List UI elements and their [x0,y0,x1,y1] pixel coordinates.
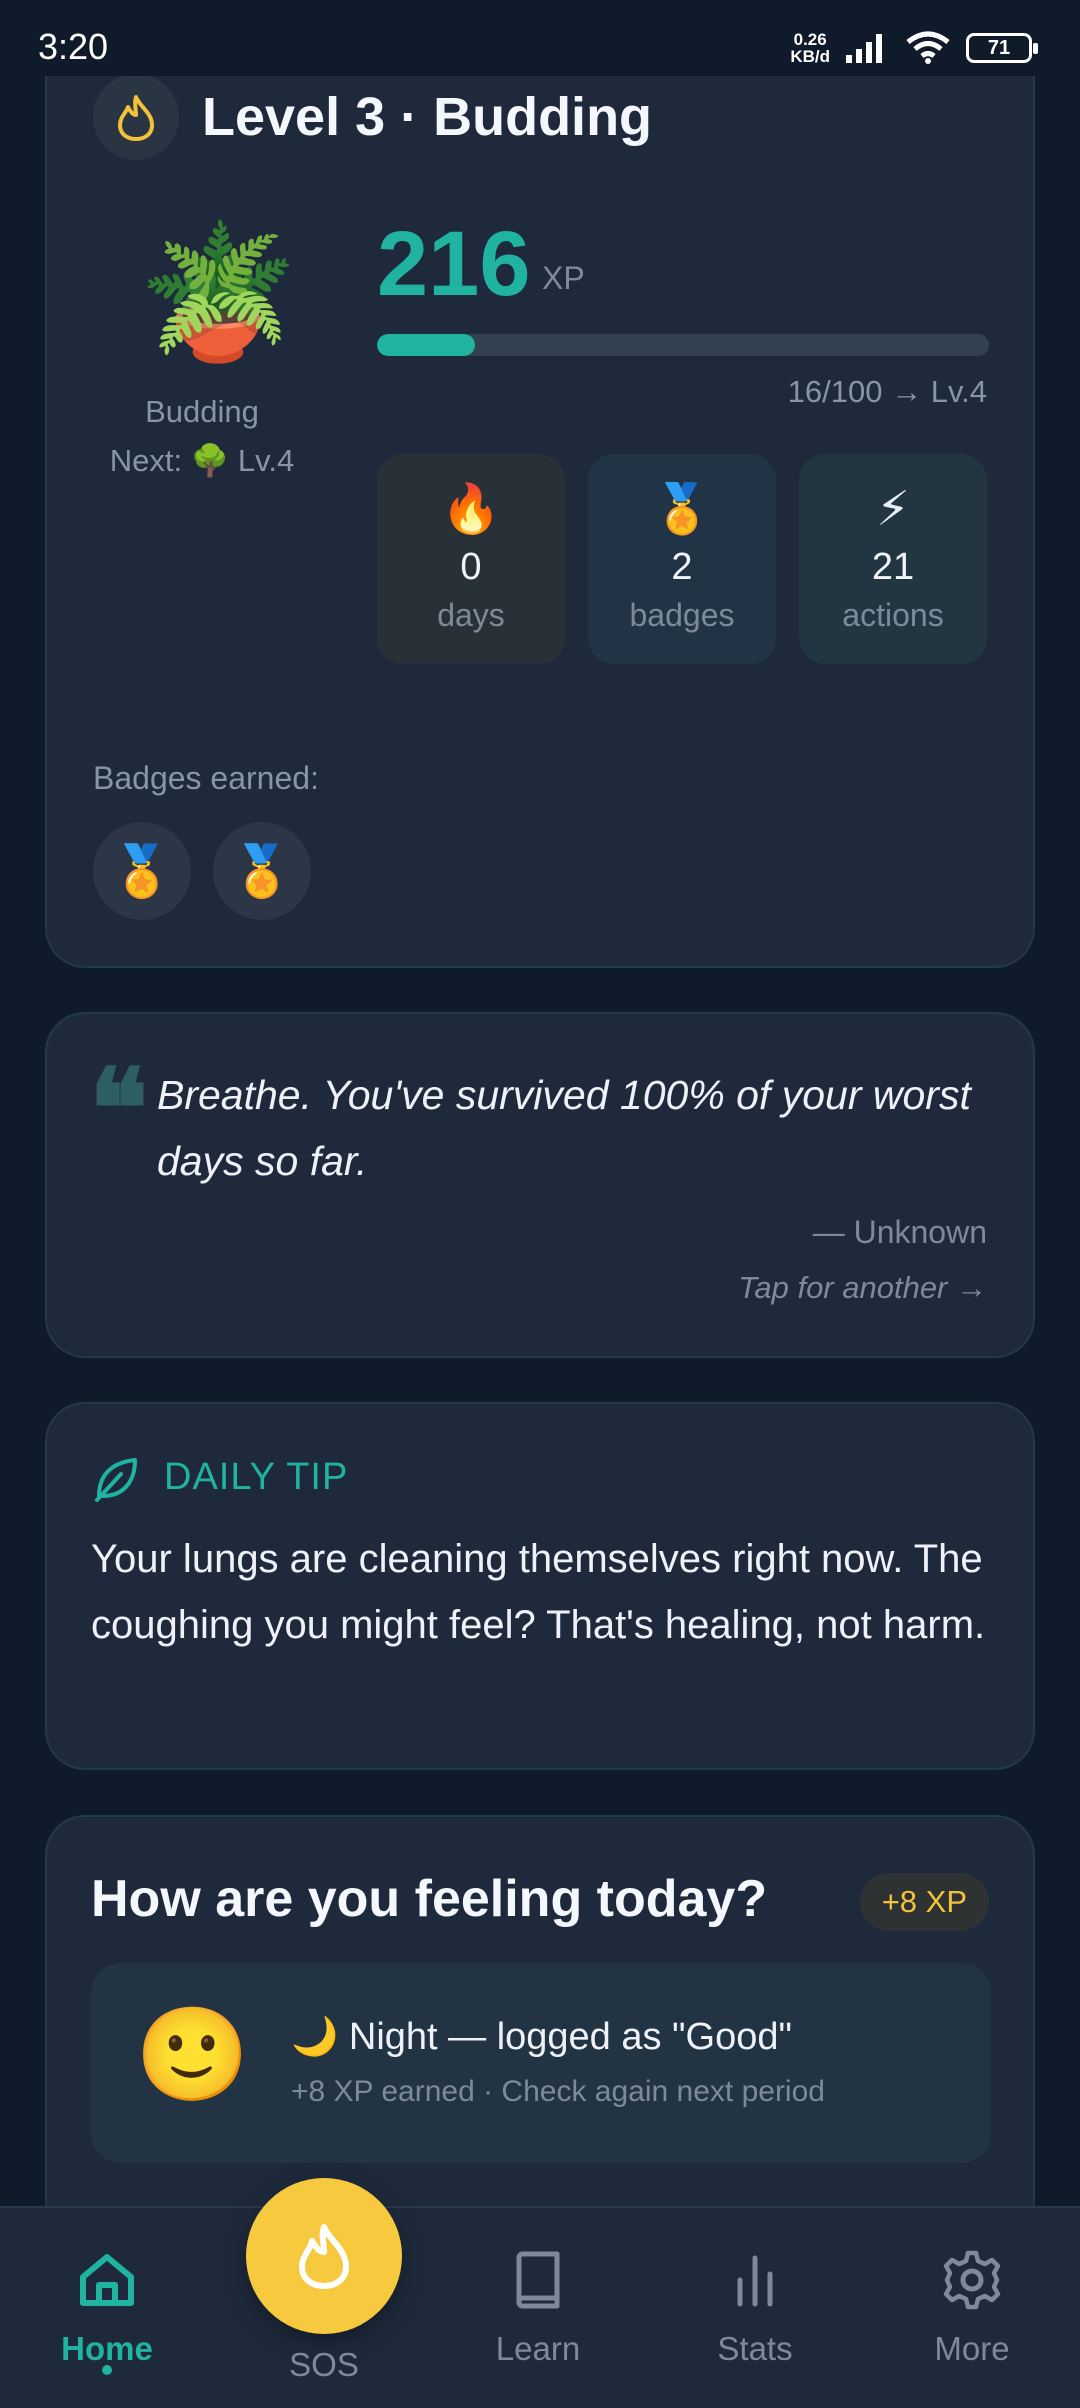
network-speed: 0.26 KB/d [790,31,830,65]
next-level-label: Next: 🌳 Lv.4 [109,443,295,478]
next-quote-link[interactable]: Tap for another → [738,1270,987,1306]
book-icon [458,2248,618,2312]
quote-text: Breathe. You've survived 100% of your wo… [157,1072,971,1184]
nav-active-indicator [102,2365,112,2375]
mood-log-subtext: +8 XP earned · Check again next period [291,2075,825,2108]
nav-learn-label: Learn [495,2330,581,2367]
daily-tip-card: DAILY TIP Your lungs are cleaning themse… [45,1402,1035,1770]
level-title: Level 3 · Budding [202,87,653,147]
stat-actions-value: 21 [871,546,915,588]
stat-days-value: 0 [460,546,482,588]
battery-icon: 71 [966,33,1038,63]
level-card: Level 3 · Budding 🪴 Budding Next: 🌳 Lv.4… [45,40,1035,968]
home-icon [27,2248,187,2312]
quote-author: — Unknown [812,1214,987,1250]
daily-tip-text: Your lungs are cleaning themselves right… [91,1537,986,1647]
stat-actions-label: actions [842,597,944,633]
badge-medal-icon[interactable]: 🏅 [93,822,191,920]
network-speed-unit: KB/d [790,47,830,66]
lightning-icon: ⚡ [876,483,910,536]
wifi-icon [906,31,950,64]
nav-more[interactable]: More [892,2248,1052,2368]
stat-days: 🔥 0 days [377,454,565,664]
bar-chart-icon [675,2248,835,2312]
smiley-icon: 🙂 [135,2004,250,2106]
medal-icon: 🏅 [652,483,712,536]
bottom-nav: Home Learn Stats More [0,2206,1080,2408]
quote-icon: ❝ [89,1044,149,1173]
stat-days-label: days [437,597,505,633]
status-time: 3:20 [38,26,109,67]
xp-unit: XP [542,260,585,296]
plant-stage-label: Budding [145,394,259,429]
sos-label: SOS [289,2346,359,2383]
status-bar: 3:20 0.26 KB/d 71 [0,0,1080,76]
stat-actions: ⚡ 21 actions [799,454,987,664]
stat-badges-value: 2 [671,546,693,588]
stat-badges-label: badges [629,597,735,633]
badges-earned-label: Badges earned: [93,760,319,796]
stat-badges: 🏅 2 badges [588,454,776,664]
daily-tip-heading: DAILY TIP [164,1456,349,1498]
nav-more-label: More [934,2330,1010,2367]
mood-title: How are you feeling today? [91,1870,768,1928]
mood-log-entry: 🙂 🌙 Night — logged as "Good" +8 XP earne… [91,1963,991,2163]
mood-log-text: 🌙 Night — logged as "Good" [291,2016,792,2058]
status-icons: 0.26 KB/d 71 [790,30,1038,66]
network-speed-value: 0.26 [793,30,827,49]
sos-button[interactable] [246,2178,402,2334]
xp-progress-fill [377,334,475,356]
xp-value: 216 [377,213,531,315]
badge-medal-icon[interactable]: 🏅 [213,822,311,920]
mood-xp-badge: +8 XP [859,1873,989,1931]
signal-icon [846,34,882,63]
xp-progress-bar [377,334,989,356]
leaf-icon [95,1458,137,1502]
nav-stats-label: Stats [717,2330,793,2367]
xp-progress-text: 16/100 → Lv.4 [787,374,987,409]
nav-learn[interactable]: Learn [458,2248,618,2368]
flame-icon [299,2224,349,2289]
nav-stats[interactable]: Stats [675,2248,835,2368]
plant-icon: 🪴 [137,219,299,365]
fire-icon: 🔥 [441,483,501,536]
gear-icon [892,2248,1052,2312]
nav-home-label: Home [61,2330,153,2367]
nav-home[interactable]: Home [27,2248,187,2368]
quote-card[interactable]: ❝ Breathe. You've survived 100% of your … [45,1012,1035,1358]
flame-icon [93,74,179,160]
